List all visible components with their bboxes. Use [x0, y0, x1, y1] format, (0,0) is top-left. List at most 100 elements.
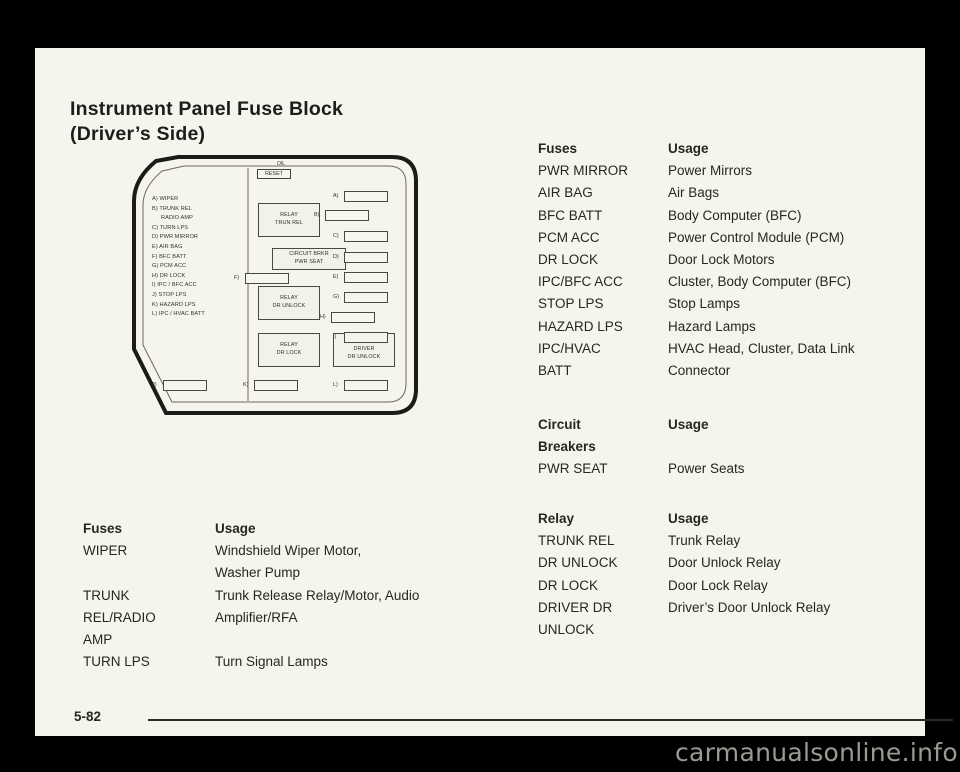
fuse-name: WIPER: [83, 543, 128, 559]
relay-name: TRUNK REL: [538, 533, 615, 549]
relays-table: Relay Usage TRUNK REL Trunk Relay DR UNL…: [538, 508, 938, 641]
relay-trunk-rel-line2: TRUN REL: [275, 220, 303, 226]
fuse-usage: Cluster, Body Computer (BFC): [668, 274, 852, 290]
slot-label-g: G): [333, 294, 339, 300]
column-header-usage: Usage: [668, 417, 709, 432]
table-row: WIPER Windshield Wiper Motor, Washer Pump: [83, 540, 503, 584]
relay-trunk-rel-line1: RELAY: [280, 212, 298, 219]
fuse-name: BFC BATT: [538, 207, 603, 223]
fuse-usage: Air Bags: [668, 185, 720, 201]
footer-divider: [148, 719, 953, 721]
fuse-slot-b[interactable]: [325, 210, 369, 221]
slot-label-e: E): [333, 274, 339, 280]
oil-reset-button[interactable]: RESET: [257, 169, 291, 179]
left-fuses-table: Fuses Usage WIPER Windshield Wiper Motor…: [83, 518, 503, 673]
table-row: TRUNK REL Trunk Relay: [538, 530, 938, 552]
relay-dr-lock-line1: RELAY: [280, 342, 298, 349]
slot-label-l: L): [333, 382, 338, 388]
breaker-usage: Power Seats: [668, 461, 745, 477]
table-row: TURN LPS Turn Signal Lamps: [83, 651, 503, 673]
slot-label-a: A): [333, 193, 339, 199]
relay-usage: Driver’s Door Unlock Relay: [668, 599, 831, 615]
table-header-row: Circuit Breakers Usage: [538, 414, 938, 458]
fuse-slot-g[interactable]: [344, 292, 388, 303]
column-header-usage: Usage: [668, 141, 709, 156]
slot-label-f: F): [234, 275, 240, 281]
table-row: BFC BATT Body Computer (BFC): [538, 205, 938, 227]
fuse-slot-d[interactable]: [344, 252, 388, 263]
legend-item-k: K) HAZARD LPS: [152, 301, 196, 308]
relay-name: DRIVER DR UNLOCK: [538, 599, 613, 638]
circuit-breaker-line1: CIRCUIT BRKR: [289, 251, 329, 258]
table-header-row: Fuses Usage: [83, 518, 503, 540]
relay-driver-line3: DR UNLOCK: [347, 353, 381, 360]
slot-label-d: D): [333, 254, 339, 260]
table-header-row: Relay Usage: [538, 508, 938, 530]
fuse-slot-e[interactable]: [344, 272, 388, 283]
relay-dr-unlock-line1: RELAY: [280, 295, 298, 302]
table-row: TRUNK REL/RADIO AMP Trunk Release Relay/Mo…: [83, 585, 503, 652]
fuse-slot-f[interactable]: [245, 273, 289, 284]
relay-dr-unlock-line2: DR UNLOCK: [272, 303, 306, 309]
fuse-name: TURN LPS: [83, 654, 150, 670]
column-header-fuses: Fuses: [83, 521, 123, 536]
table-row: PWR MIRROR Power Mirrors: [538, 160, 938, 182]
fuse-usage: Power Mirrors: [668, 163, 753, 179]
fuse-slot-h[interactable]: [331, 312, 375, 323]
fuse-usage: Power Control Module (PCM): [668, 229, 845, 245]
fuse-usage: Stop Lamps: [668, 296, 741, 312]
legend-item-a: A) WIPER: [152, 196, 179, 202]
column-header-fuses: Fuses: [538, 141, 578, 156]
fuse-legend-list: A) WIPER B) TRUNK REL RADIO AMP C) TURN …: [152, 195, 252, 320]
fuse-slot-c[interactable]: [344, 231, 388, 242]
oil-label: OIL: [276, 161, 286, 167]
fuse-name: AIR BAG: [538, 185, 593, 201]
fuse-usage: Hazard Lamps: [668, 318, 756, 334]
fuse-name: PWR MIRROR: [538, 163, 628, 179]
slot-label-h: H): [320, 314, 326, 320]
site-watermark: carmanualsonline.info: [675, 738, 958, 767]
fuse-block-diagram: A) WIPER B) TRUNK REL RADIO AMP C) TURN …: [130, 153, 420, 418]
table-row: PWR SEAT Power Seats: [538, 458, 938, 480]
legend-item-b: B) TRUNK REL: [152, 205, 192, 212]
relay-dr-lock-line2: DR LOCK: [276, 350, 302, 356]
table-row: IPC/BFC ACC Cluster, Body Computer (BFC): [538, 271, 938, 293]
legend-item-c: C) TURN LPS: [152, 224, 189, 231]
fuse-name: HAZARD LPS: [538, 318, 623, 334]
legend-item-l: L) IPC / HVAC BATT: [152, 311, 205, 318]
relay-name: DR UNLOCK: [538, 555, 618, 571]
table-row: DRIVER DR UNLOCK Driver’s Door Unlock Rel…: [538, 597, 938, 641]
relay-dr-lock-block: RELAY DR LOCK: [258, 333, 320, 367]
fuse-slot-j[interactable]: [163, 380, 207, 391]
fuse-usage: Windshield Wiper Motor, Washer Pump: [215, 543, 362, 581]
relay-usage: Trunk Relay: [668, 533, 741, 549]
fuse-slot-a[interactable]: [344, 191, 388, 202]
fuse-slot-l[interactable]: [344, 380, 388, 391]
table-row: DR LOCK Door Lock Relay: [538, 575, 938, 597]
fuse-slot-k[interactable]: [254, 380, 298, 391]
legend-item-b-cont: RADIO AMP: [161, 215, 193, 222]
column-header-usage: Usage: [668, 511, 709, 526]
relay-usage: Door Unlock Relay: [668, 555, 781, 571]
table-row: HAZARD LPS Hazard Lamps: [538, 316, 938, 338]
fuse-name: PCM ACC: [538, 229, 600, 245]
fuse-name: TRUNK REL/RADIO AMP: [83, 587, 156, 648]
fuse-usage: Trunk Release Relay/Motor, Audio Amplifie…: [215, 587, 420, 625]
fuse-slot-i[interactable]: [344, 332, 388, 343]
relay-trunk-rel-block: RELAY TRUN REL: [258, 203, 320, 237]
column-header-relay: Relay: [538, 511, 575, 526]
legend-item-f: F) BFC BATT: [152, 253, 187, 260]
breaker-name: PWR SEAT: [538, 461, 608, 477]
circuit-breaker-line2: PWR SEAT: [294, 259, 324, 265]
circuit-breakers-table: Circuit Breakers Usage PWR SEAT Power Sea…: [538, 414, 938, 481]
table-row: IPC/HVAC BATT HVAC Head, Cluster, Data Li…: [538, 338, 938, 382]
column-header-usage: Usage: [215, 521, 256, 536]
right-fuses-table: Fuses Usage PWR MIRROR Power Mirrors AIR…: [538, 138, 938, 382]
fuse-name: IPC/BFC ACC: [538, 274, 623, 290]
slot-label-k: K): [243, 382, 249, 388]
slot-label-c: C): [333, 233, 339, 239]
slot-label-i: I): [333, 334, 337, 340]
table-row: DR UNLOCK Door Unlock Relay: [538, 552, 938, 574]
fuse-usage: Turn Signal Lamps: [215, 654, 328, 670]
page-title-line1: Instrument Panel Fuse Block: [70, 98, 344, 121]
